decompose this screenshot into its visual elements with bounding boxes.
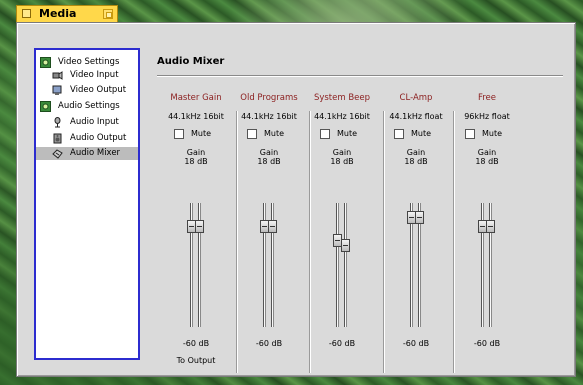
close-box-icon[interactable] bbox=[22, 9, 31, 18]
gain-value: 18 dB bbox=[475, 157, 499, 166]
window-title: Media bbox=[39, 7, 77, 20]
mute-label: Mute bbox=[264, 129, 285, 138]
min-gain-label: -60 dB bbox=[402, 339, 430, 348]
gain-slider-right-handle[interactable] bbox=[268, 219, 277, 233]
gain-label: Gain bbox=[186, 148, 206, 157]
slider-track-left[interactable] bbox=[336, 203, 339, 327]
sidebar-item-label: Video Output bbox=[70, 85, 127, 95]
channel-name: Free bbox=[477, 93, 497, 103]
sidebar-item-label: Audio Output bbox=[70, 133, 127, 143]
gain-label: Gain bbox=[477, 148, 497, 157]
settings-sidebar: Video Settings Video Input Video Output Aud… bbox=[34, 48, 140, 360]
sidebar-item-audio-mixer[interactable]: Audio Mixer bbox=[36, 147, 138, 160]
gain-slider-right-handle[interactable] bbox=[415, 210, 424, 224]
sidebar-item-label: Audio Mixer bbox=[70, 148, 121, 158]
output-label: To Output bbox=[176, 356, 216, 365]
min-gain-label: -60 dB bbox=[182, 339, 210, 348]
gain-value: 18 dB bbox=[330, 157, 354, 166]
mixer-channel: Free 96kHz float Mute Gain 18 dB -60 dB bbox=[452, 93, 522, 348]
settings-icon bbox=[40, 101, 51, 112]
channel-format: 44.1kHz 16bit bbox=[241, 112, 297, 121]
panel-title: Audio Mixer bbox=[157, 56, 225, 67]
gain-label: Gain bbox=[332, 148, 352, 157]
sidebar-item-label: Audio Settings bbox=[58, 101, 120, 111]
mute-label: Mute bbox=[482, 129, 503, 138]
gain-label: Gain bbox=[406, 148, 426, 157]
gain-value: 18 dB bbox=[184, 157, 208, 166]
channel-format: 44.1kHz 16bit bbox=[168, 112, 224, 121]
zoom-box-icon[interactable] bbox=[103, 9, 113, 19]
channel-name: System Beep bbox=[313, 93, 371, 103]
mute-checkbox-box[interactable] bbox=[247, 129, 257, 139]
sidebar-item-label: Video Settings bbox=[58, 57, 120, 67]
channel-format: 44.1kHz float bbox=[389, 112, 443, 121]
slider-track-right[interactable] bbox=[344, 203, 347, 327]
mute-label: Mute bbox=[411, 129, 432, 138]
microphone-icon bbox=[52, 117, 63, 128]
title-divider bbox=[157, 75, 563, 76]
mute-checkbox-box[interactable] bbox=[394, 129, 404, 139]
speaker-icon bbox=[52, 133, 63, 144]
mute-checkbox-box[interactable] bbox=[174, 129, 184, 139]
camera-icon bbox=[52, 70, 63, 81]
window-tab[interactable]: Media bbox=[16, 5, 118, 22]
min-gain-label: -60 dB bbox=[255, 339, 283, 348]
mixer-channel: Old Programs 44.1kHz 16bit Mute Gain 18 dB -6… bbox=[234, 93, 304, 348]
mute-label: Mute bbox=[337, 129, 358, 138]
mute-checkbox-box[interactable] bbox=[320, 129, 330, 139]
gain-label: Gain bbox=[259, 148, 279, 157]
gain-value: 18 dB bbox=[404, 157, 428, 166]
channel-format: 44.1kHz 16bit bbox=[314, 112, 370, 121]
mixer-channel: Master Gain 44.1kHz 16bit Mute Gain 18 dB -60… bbox=[161, 93, 231, 365]
mute-label: Mute bbox=[191, 129, 212, 138]
gain-slider-right-handle[interactable] bbox=[195, 219, 204, 233]
gain-slider-right-handle[interactable] bbox=[486, 219, 495, 233]
sidebar-item-label: Video Input bbox=[70, 70, 119, 80]
gain-value: 18 dB bbox=[257, 157, 281, 166]
channel-format: 96kHz float bbox=[464, 112, 510, 121]
min-gain-label: -60 dB bbox=[473, 339, 501, 348]
channel-name: Master Gain bbox=[170, 93, 222, 103]
mixer-channel: CL-Amp 44.1kHz float Mute Gain 18 dB -60 dB bbox=[381, 93, 451, 348]
min-gain-label: -60 dB bbox=[328, 339, 356, 348]
gain-slider-right-handle[interactable] bbox=[341, 238, 350, 252]
channel-name: CL-Amp bbox=[399, 93, 433, 103]
media-window: Video Settings Video Input Video Output Aud… bbox=[16, 22, 576, 377]
mixer-channel: System Beep 44.1kHz 16bit Mute Gain 18 dB -60… bbox=[307, 93, 377, 348]
settings-icon bbox=[40, 57, 51, 68]
sidebar-item-label: Audio Input bbox=[70, 117, 119, 127]
monitor-icon bbox=[52, 85, 63, 96]
channel-name: Old Programs bbox=[240, 93, 298, 103]
mixer-icon bbox=[52, 148, 63, 159]
mute-checkbox-box[interactable] bbox=[465, 129, 475, 139]
